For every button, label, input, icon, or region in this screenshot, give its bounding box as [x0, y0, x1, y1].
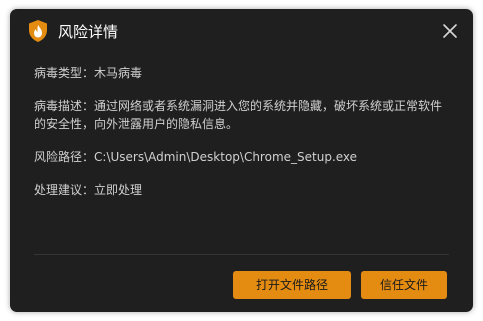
risk-path-label: 风险路径：: [34, 150, 95, 164]
virus-description-row: 病毒描述：通过网络或者系统漏洞进入您的系统并隐藏，破坏系统或正常软件的安全性，向…: [34, 97, 454, 133]
advice-label: 处理建议：: [34, 183, 95, 197]
virus-description-label: 病毒描述：: [34, 99, 95, 113]
shield-flame-icon: [29, 20, 47, 42]
virus-description-value: 通过网络或者系统漏洞进入您的系统并隐藏，破坏系统或正常软件的安全性，向外泄露用户…: [34, 99, 443, 131]
dialog-title: 风险详情: [58, 23, 119, 41]
virus-type-label: 病毒类型：: [34, 66, 95, 80]
virus-type-value: 木马病毒: [94, 66, 143, 80]
close-icon[interactable]: [441, 22, 459, 40]
advice-value: 立即处理: [94, 183, 143, 197]
divider: [34, 254, 449, 255]
risk-details-dialog: 风险详情 病毒类型：木马病毒 病毒描述：通过网络或者系统漏洞进入您的系统并隐藏，…: [10, 9, 473, 312]
virus-type-row: 病毒类型：木马病毒: [34, 64, 142, 82]
risk-path-value: C:\Users\Admin\Desktop\Chrome_Setup.exe: [94, 150, 358, 164]
title-bar: 风险详情: [10, 9, 473, 54]
risk-path-row: 风险路径：C:\Users\Admin\Desktop\Chrome_Setup…: [34, 148, 357, 166]
advice-row: 处理建议：立即处理: [34, 181, 142, 199]
open-file-path-button[interactable]: 打开文件路径: [233, 271, 351, 299]
trust-file-button[interactable]: 信任文件: [361, 271, 447, 299]
